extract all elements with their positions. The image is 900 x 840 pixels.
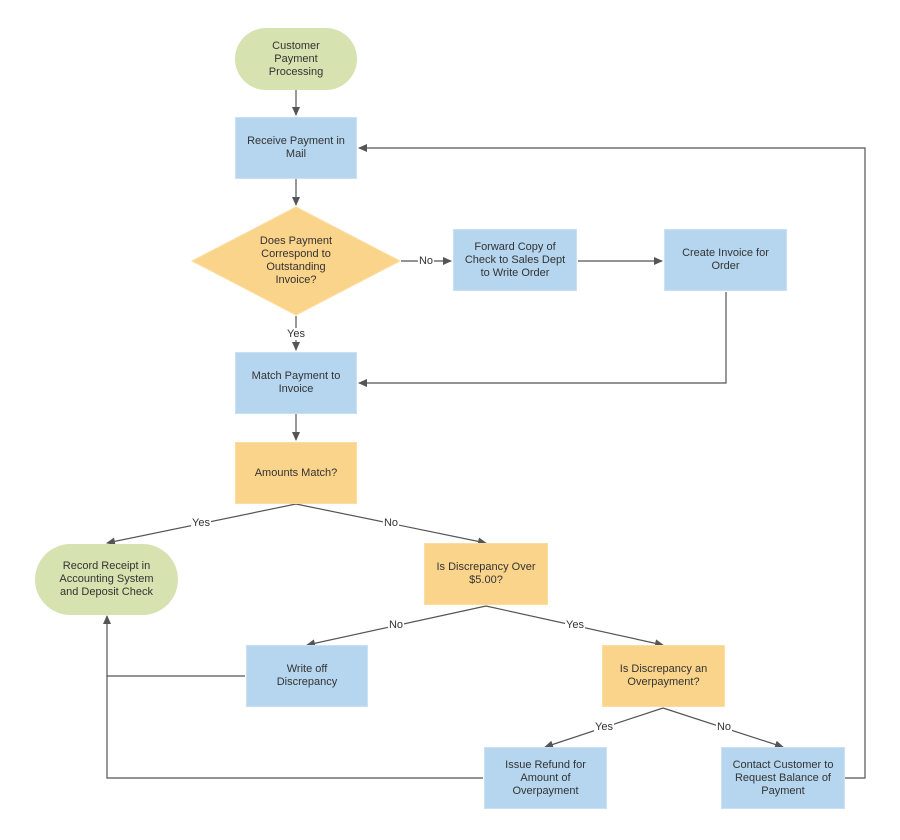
forward-copy-process[interactable]: Forward Copy of Check to Sales Dept to W…: [453, 229, 577, 291]
match-payment-label: Match Payment to Invoice: [251, 370, 341, 395]
edge-create-to-match: [358, 292, 727, 387]
edge-writeoff-to-record: [103, 615, 245, 677]
forward-copy-label: Forward Copy of Check to Sales Dept to W…: [464, 240, 566, 279]
edge-label-no-discrepancy: No: [382, 517, 400, 529]
corresponds-invoice-decision[interactable]: Does Payment Correspond to Outstanding I…: [246, 232, 346, 290]
receive-payment-process[interactable]: Receive Payment in Mail: [235, 117, 357, 179]
amounts-match-label: Amounts Match?: [254, 466, 338, 479]
write-off-process[interactable]: Write off Discrepancy: [246, 645, 368, 707]
discrepancy-over-decision[interactable]: Is Discrepancy Over $5.00?: [424, 543, 548, 605]
is-overpayment-label: Is Discrepancy an Overpayment?: [619, 663, 708, 688]
edge-label-yes-match: Yes: [286, 328, 306, 340]
record-receipt-label: Record Receipt in Accounting System and …: [59, 560, 154, 598]
edge-label-no-forward: No: [417, 255, 435, 267]
issue-refund-process[interactable]: Issue Refund for Amount of Overpayment: [484, 747, 607, 809]
edge-label-no-contact: No: [715, 721, 733, 733]
contact-customer-process[interactable]: Contact Customer to Request Balance of P…: [721, 747, 845, 809]
edge-label-yes-refund: Yes: [594, 721, 614, 733]
start-terminal[interactable]: Customer Payment Processing: [235, 28, 357, 90]
issue-refund-label: Issue Refund for Amount of Overpayment: [505, 758, 586, 797]
record-receipt-terminal[interactable]: Record Receipt in Accounting System and …: [35, 544, 178, 615]
amounts-match-decision[interactable]: Amounts Match?: [235, 442, 357, 504]
write-off-label: Write off Discrepancy: [276, 663, 338, 688]
receive-payment-label: Receive Payment in Mail: [247, 135, 345, 160]
is-overpayment-decision[interactable]: Is Discrepancy an Overpayment?: [602, 645, 725, 707]
contact-customer-label: Contact Customer to Request Balance of P…: [732, 758, 834, 797]
edge-label-yes-record: Yes: [191, 517, 211, 529]
corresponds-invoice-label: Does Payment Correspond to Outstanding I…: [259, 235, 333, 286]
create-invoice-process[interactable]: Create Invoice for Order: [664, 229, 787, 291]
match-payment-process[interactable]: Match Payment to Invoice: [235, 352, 357, 414]
discrepancy-over-label: Is Discrepancy Over $5.00?: [436, 561, 536, 586]
edge-label-no-writeoff: No: [387, 619, 405, 631]
create-invoice-label: Create Invoice for Order: [682, 247, 769, 272]
flowchart-canvas: [103, 90, 866, 779]
edge-label-yes-overpayment: Yes: [565, 619, 585, 631]
start-terminal-label: Customer Payment Processing: [268, 39, 324, 78]
